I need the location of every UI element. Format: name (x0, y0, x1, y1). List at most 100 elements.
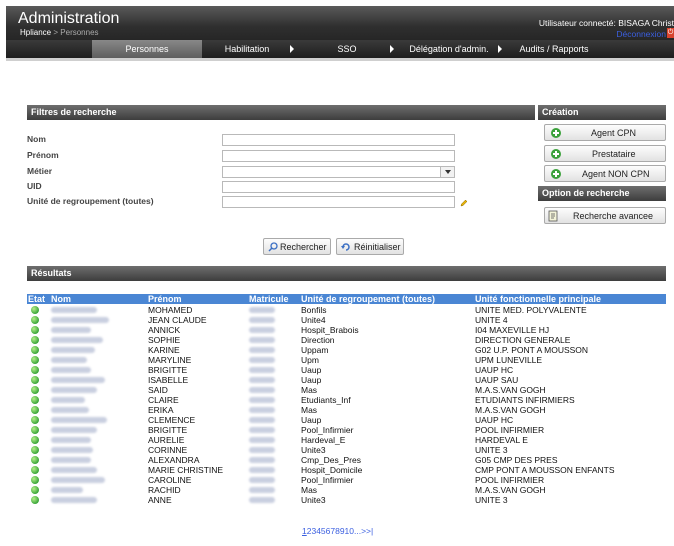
cell-unite: Uaup (301, 375, 322, 385)
table-row[interactable]: ALEXANDRA Cmp_Des_Pres G05 CMP DES PRES (27, 455, 666, 465)
cell-prenom: KARINE (148, 345, 180, 355)
create-agent-non-cpn-button[interactable]: Agent NON CPN (544, 165, 666, 182)
logout-link[interactable]: Déconnexion (616, 29, 666, 39)
table-row[interactable]: BRIGITTE Uaup UAUP HC (27, 365, 666, 375)
cell-unite: Uppam (301, 345, 329, 355)
redacted-matricule (249, 307, 275, 313)
table-row[interactable]: RACHID Mas M.A.S.VAN GOGH (27, 485, 666, 495)
create-agent-cpn-button[interactable]: Agent CPN (544, 124, 666, 141)
add-icon (551, 149, 561, 159)
uid-input[interactable] (222, 181, 455, 193)
cell-unite: Hardeval_E (301, 435, 346, 445)
redacted-name (51, 497, 97, 503)
unite-input[interactable] (222, 196, 455, 208)
search-button[interactable]: Rechercher (263, 238, 331, 255)
metier-select[interactable] (222, 166, 455, 178)
status-active-icon (31, 356, 39, 364)
page-links[interactable]: 2345678910...>>| (307, 526, 374, 536)
cell-ufp: G02 U.P. PONT A MOUSSON (475, 345, 589, 355)
cell-ufp: POOL INFIRMIER (475, 475, 545, 485)
redacted-name (51, 417, 107, 423)
table-row[interactable]: ANNICK Hospit_Brabois I04 MAXEVILLE HJ (27, 325, 666, 335)
pencil-icon[interactable] (460, 199, 468, 207)
logout-icon[interactable]: ⏻ (667, 28, 674, 38)
redacted-matricule (249, 327, 275, 333)
table-row[interactable]: MARYLINE Upm UPM LUNEVILLE (27, 355, 666, 365)
cell-prenom: CLEMENCE (148, 415, 196, 425)
table-row[interactable]: BRIGITTE Pool_Infirmier POOL INFIRMIER (27, 425, 666, 435)
table-row[interactable]: KARINE Uppam G02 U.P. PONT A MOUSSON (27, 345, 666, 355)
status-active-icon (31, 396, 39, 404)
redacted-matricule (249, 347, 275, 353)
redacted-name (51, 357, 87, 363)
cell-prenom: BRIGITTE (148, 365, 188, 375)
advanced-search-button[interactable]: Recherche avancee (544, 207, 666, 224)
create-prestataire-button[interactable]: Prestataire (544, 145, 666, 162)
cell-ufp: I04 MAXEVILLE HJ (475, 325, 550, 335)
column-unite-regroupement[interactable]: Unité de regroupement (toutes) (301, 294, 435, 304)
chevron-down-icon[interactable] (440, 167, 454, 177)
tab-sso[interactable]: SSO (302, 40, 392, 58)
cell-ufp: UNITE 4 (475, 315, 508, 325)
breadcrumb-root[interactable]: Hpliance (20, 28, 51, 37)
table-row[interactable]: ANNE Unite3 UNITE 3 (27, 495, 666, 505)
metier-label: Métier (27, 166, 53, 176)
table-row[interactable]: SAID Mas M.A.S.VAN GOGH (27, 385, 666, 395)
table-row[interactable]: CORINNE Unite3 UNITE 3 (27, 445, 666, 455)
add-icon (551, 128, 561, 138)
table-row[interactable]: MARIE CHRISTINE Hospit_Domicile CMP PONT A… (27, 465, 666, 475)
cell-prenom: AURELIE (148, 435, 185, 445)
cell-unite: Hospit_Brabois (301, 325, 359, 335)
redacted-matricule (249, 487, 275, 493)
redacted-name (51, 427, 97, 433)
status-active-icon (31, 446, 39, 454)
cell-ufp: M.A.S.VAN GOGH (475, 385, 546, 395)
table-row[interactable]: JEAN CLAUDE Unite4 UNITE 4 (27, 315, 666, 325)
cell-unite: Hospit_Domicile (301, 465, 363, 475)
app-title: Administration (18, 10, 120, 27)
cell-prenom: CAROLINE (148, 475, 192, 485)
cell-ufp: UPM LUNEVILLE (475, 355, 543, 365)
tab-audits[interactable]: Audits / Rapports (506, 40, 602, 58)
redacted-matricule (249, 447, 275, 453)
tab-habilitation[interactable]: Habilitation (202, 40, 292, 58)
table-row[interactable]: CLEMENCE Uaup UAUP HC (27, 415, 666, 425)
status-active-icon (31, 406, 39, 414)
redacted-name (51, 467, 97, 473)
cell-ufp: UNITE 3 (475, 445, 508, 455)
breadcrumb: Hpliance > Personnes (20, 28, 99, 37)
prenom-input[interactable] (222, 150, 455, 162)
reset-button[interactable]: Réinitialiser (336, 238, 404, 255)
document-search-icon (548, 210, 558, 222)
status-active-icon (31, 466, 39, 474)
status-active-icon (31, 306, 39, 314)
status-active-icon (31, 416, 39, 424)
tab-personnes[interactable]: Personnes (92, 40, 202, 58)
table-row[interactable]: ERIKA Mas M.A.S.VAN GOGH (27, 405, 666, 415)
connected-user: Utilisateur connecté: BISAGA Christ (538, 18, 674, 28)
table-row[interactable]: MOHAMED Bonfils UNITE MED. POLYVALENTE (27, 305, 666, 315)
column-prenom[interactable]: Prénom (148, 294, 182, 304)
nom-input[interactable] (222, 134, 455, 146)
redacted-name (51, 477, 105, 483)
cell-prenom: RACHID (148, 485, 181, 495)
table-row[interactable]: ISABELLE Uaup UAUP SAU (27, 375, 666, 385)
table-row[interactable]: CLAIRE Etudiants_Inf ETUDIANTS INFIRMIERS (27, 395, 666, 405)
cell-prenom: MARIE CHRISTINE (148, 465, 224, 475)
tab-delegation[interactable]: Délégation d'admin. (398, 40, 500, 58)
cell-prenom: ISABELLE (148, 375, 189, 385)
column-nom[interactable]: Nom (51, 294, 71, 304)
table-row[interactable]: AURELIE Hardeval_E HARDEVAL E (27, 435, 666, 445)
table-row[interactable]: CAROLINE Pool_Infirmier POOL INFIRMIER (27, 475, 666, 485)
cell-ufp: DIRECTION GENERALE (475, 335, 571, 345)
redacted-name (51, 307, 97, 313)
pagination: 12345678910...>>| (302, 526, 373, 536)
redacted-matricule (249, 387, 275, 393)
add-icon (551, 169, 561, 179)
column-unite-fonctionnelle[interactable]: Unité fonctionnelle principale (475, 294, 601, 304)
cell-ufp: M.A.S.VAN GOGH (475, 485, 546, 495)
table-row[interactable]: SOPHIE Direction DIRECTION GENERALE (27, 335, 666, 345)
column-etat[interactable]: Etat (28, 294, 45, 304)
prenom-label: Prénom (27, 150, 59, 160)
column-matricule[interactable]: Matricule (249, 294, 289, 304)
